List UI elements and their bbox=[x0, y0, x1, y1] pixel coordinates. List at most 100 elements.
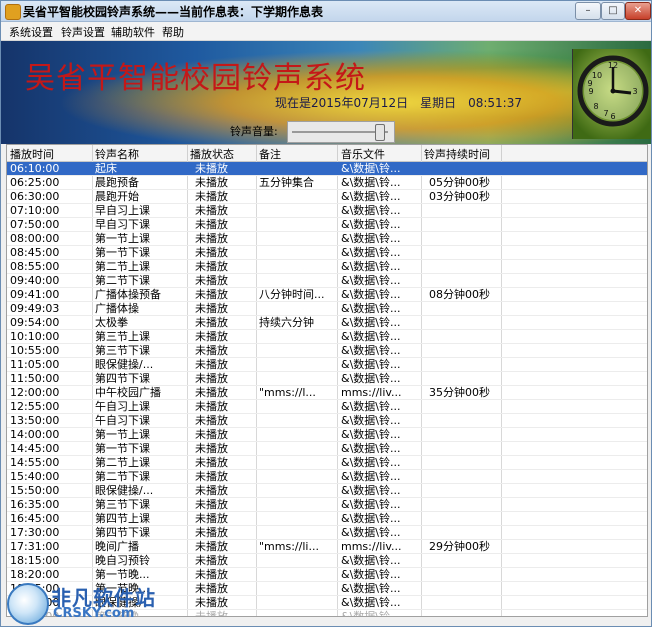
table-cell: 09:40:00 bbox=[10, 274, 60, 287]
col-music-file[interactable]: 音乐文件 bbox=[341, 146, 385, 162]
table-row[interactable]: 14:45:00 第一节下课 未播放 &\数据\铃... bbox=[7, 442, 647, 456]
table-cell: &\数据\铃... bbox=[341, 372, 401, 385]
table-cell: 第三节下课 bbox=[95, 498, 150, 511]
table-cell: &\数据\铃... bbox=[341, 162, 401, 175]
table-row[interactable]: 06:30:00 晨跑开始 未播放 &\数据\铃... 03分钟00秒 bbox=[7, 190, 647, 204]
table-cell: 06:30:00 bbox=[10, 190, 60, 203]
table-cell: 17:30:00 bbox=[10, 526, 60, 539]
table-cell: 09:49:03 bbox=[10, 302, 60, 315]
table-cell: 未播放 bbox=[195, 204, 228, 217]
table-cell: &\数据\铃... bbox=[341, 610, 401, 617]
maximize-button[interactable]: □ bbox=[601, 2, 625, 20]
table-cell: &\数据\铃... bbox=[341, 344, 401, 357]
menu-system-settings[interactable]: 系统设置 bbox=[9, 24, 53, 40]
table-row[interactable]: 06:25:00 晨跑预备 未播放 五分钟集合 &\数据\铃... 05分钟00秒 bbox=[7, 176, 647, 190]
table-cell: 09:54:00 bbox=[10, 316, 60, 329]
app-window: 吴省平智能校园铃声系统——当前作息表：下学期作息表 – □ ✕ 系统设置 铃声设… bbox=[0, 0, 652, 627]
table-cell: 未播放 bbox=[195, 554, 228, 567]
table-row[interactable]: 16:45:00 第四节上课 未播放 &\数据\铃... bbox=[7, 512, 647, 526]
table-row[interactable]: 08:00:00 第一节上课 未播放 &\数据\铃... bbox=[7, 232, 647, 246]
svg-text:3: 3 bbox=[632, 87, 637, 96]
table-cell: &\数据\铃... bbox=[341, 288, 401, 301]
table-row[interactable]: 10:10:00 第三节上课 未播放 &\数据\铃... bbox=[7, 330, 647, 344]
col-remark[interactable]: 备注 bbox=[259, 146, 281, 162]
table-row[interactable]: 06:10:00 起床 未播放 &\数据\铃... bbox=[7, 162, 647, 176]
table-cell: 未播放 bbox=[195, 330, 228, 343]
table-cell: 第二节上课 bbox=[95, 456, 150, 469]
table-cell: 10:10:00 bbox=[10, 330, 60, 343]
table-cell: 未播放 bbox=[195, 568, 228, 581]
table-row[interactable]: 09:41:00 广播体操预备 未播放 八分钟时间... &\数据\铃... 08分钟00… bbox=[7, 288, 647, 302]
table-cell: 18:15:00 bbox=[10, 554, 60, 567]
col-ring-name[interactable]: 铃声名称 bbox=[95, 146, 139, 162]
table-cell: 八分钟时间... bbox=[259, 288, 325, 301]
table-row[interactable]: 12:55:00 午自习上课 未播放 &\数据\铃... bbox=[7, 400, 647, 414]
table-cell: &\数据\铃... bbox=[341, 176, 401, 189]
table-row[interactable]: 08:45:00 第一节下课 未播放 &\数据\铃... bbox=[7, 246, 647, 260]
volume-slider[interactable] bbox=[287, 121, 395, 143]
table-row[interactable]: 17:31:00 晚间广播 未播放 "mms://li... mms://liv... 2… bbox=[7, 540, 647, 554]
svg-text:10: 10 bbox=[592, 71, 602, 80]
table-cell: 第一节下课 bbox=[95, 442, 150, 455]
table-cell: 未播放 bbox=[195, 274, 228, 287]
table-row[interactable]: 15:40:00 第二节下课 未播放 &\数据\铃... bbox=[7, 470, 647, 484]
table-cell: 第三节上课 bbox=[95, 330, 150, 343]
table-cell: 广播体操预备 bbox=[95, 288, 161, 301]
table-cell: &\数据\铃... bbox=[341, 428, 401, 441]
table-cell: "mms://l... bbox=[259, 386, 316, 399]
table-cell: &\数据\铃... bbox=[341, 512, 401, 525]
table-cell: &\数据\铃... bbox=[341, 498, 401, 511]
table-cell: &\数据\铃... bbox=[341, 400, 401, 413]
table-cell: 持续六分钟 bbox=[259, 316, 314, 329]
table-row[interactable]: 17:30:00 第四节下课 未播放 &\数据\铃... bbox=[7, 526, 647, 540]
table-row[interactable]: 13:50:00 午自习下课 未播放 &\数据\铃... bbox=[7, 414, 647, 428]
analog-clock: 12 3 6 9 10 8 7 9 bbox=[572, 49, 651, 139]
table-cell: 起床 bbox=[95, 162, 117, 175]
close-button[interactable]: ✕ bbox=[625, 2, 651, 20]
table-row[interactable]: 14:55:00 第二节上课 未播放 &\数据\铃... bbox=[7, 456, 647, 470]
table-row[interactable]: 10:55:00 第三节下课 未播放 &\数据\铃... bbox=[7, 344, 647, 358]
table-cell: 未播放 bbox=[195, 260, 228, 273]
table-row[interactable]: 09:40:00 第二节下课 未播放 &\数据\铃... bbox=[7, 274, 647, 288]
table-row[interactable]: 09:54:00 太极拳 未播放 持续六分钟 &\数据\铃... bbox=[7, 316, 647, 330]
volume-thumb[interactable] bbox=[374, 124, 385, 141]
table-cell: &\数据\铃... bbox=[341, 456, 401, 469]
table-cell: 未播放 bbox=[195, 302, 228, 315]
table-cell: &\数据\铃... bbox=[341, 204, 401, 217]
table-cell: &\数据\铃... bbox=[341, 442, 401, 455]
menu-aux-software[interactable]: 辅助软件 bbox=[111, 24, 155, 40]
table-row[interactable]: 18:15:00 晚自习预铃 未播放 &\数据\铃... bbox=[7, 554, 647, 568]
table-cell: 35分钟00秒 bbox=[429, 386, 490, 399]
table-row[interactable]: 09:49:03 广播体操 未播放 &\数据\铃... bbox=[7, 302, 647, 316]
menu-ring-settings[interactable]: 铃声设置 bbox=[61, 24, 105, 40]
title-bar[interactable]: 吴省平智能校园铃声系统——当前作息表：下学期作息表 – □ ✕ bbox=[1, 1, 651, 22]
table-row[interactable]: 07:10:00 早自习上课 未播放 &\数据\铃... bbox=[7, 204, 647, 218]
col-ring-duration[interactable]: 铃声持续时间 bbox=[424, 146, 490, 162]
table-row[interactable]: 07:50:00 早自习下课 未播放 &\数据\铃... bbox=[7, 218, 647, 232]
col-play-time[interactable]: 播放时间 bbox=[10, 146, 54, 162]
table-cell: 未播放 bbox=[195, 218, 228, 231]
table-cell: 未播放 bbox=[195, 232, 228, 245]
table-cell: mms://liv... bbox=[341, 386, 402, 399]
col-play-status[interactable]: 播放状态 bbox=[190, 146, 234, 162]
menu-help[interactable]: 帮助 bbox=[162, 24, 184, 40]
table-row[interactable]: 08:55:00 第二节上课 未播放 &\数据\铃... bbox=[7, 260, 647, 274]
table-cell: &\数据\铃... bbox=[341, 218, 401, 231]
minimize-button[interactable]: – bbox=[575, 2, 601, 20]
table-cell: 广播体操 bbox=[95, 302, 139, 315]
table-cell: 眼保健操/... bbox=[95, 484, 154, 497]
table-cell: 太极拳 bbox=[95, 316, 128, 329]
volume-label: 铃声音量: bbox=[230, 125, 278, 138]
table-cell: &\数据\铃... bbox=[341, 414, 401, 427]
table-row[interactable]: 12:00:00 中午校园广播 未播放 "mms://l... mms://liv...… bbox=[7, 386, 647, 400]
table-cell: 未播放 bbox=[195, 400, 228, 413]
table-row[interactable]: 15:50:00 眼保健操/... 未播放 &\数据\铃... bbox=[7, 484, 647, 498]
table-row[interactable]: 11:50:00 第四节下课 未播放 &\数据\铃... bbox=[7, 372, 647, 386]
table-row[interactable]: 16:35:00 第三节下课 未播放 &\数据\铃... bbox=[7, 498, 647, 512]
table-cell: 第一节上课 bbox=[95, 232, 150, 245]
table-row[interactable]: 11:05:00 眼保健操/... 未播放 &\数据\铃... bbox=[7, 358, 647, 372]
table-cell: 早自习下课 bbox=[95, 218, 150, 231]
table-cell: 第二节下课 bbox=[95, 274, 150, 287]
table-cell: 未播放 bbox=[195, 358, 228, 371]
table-row[interactable]: 14:00:00 第一节上课 未播放 &\数据\铃... bbox=[7, 428, 647, 442]
